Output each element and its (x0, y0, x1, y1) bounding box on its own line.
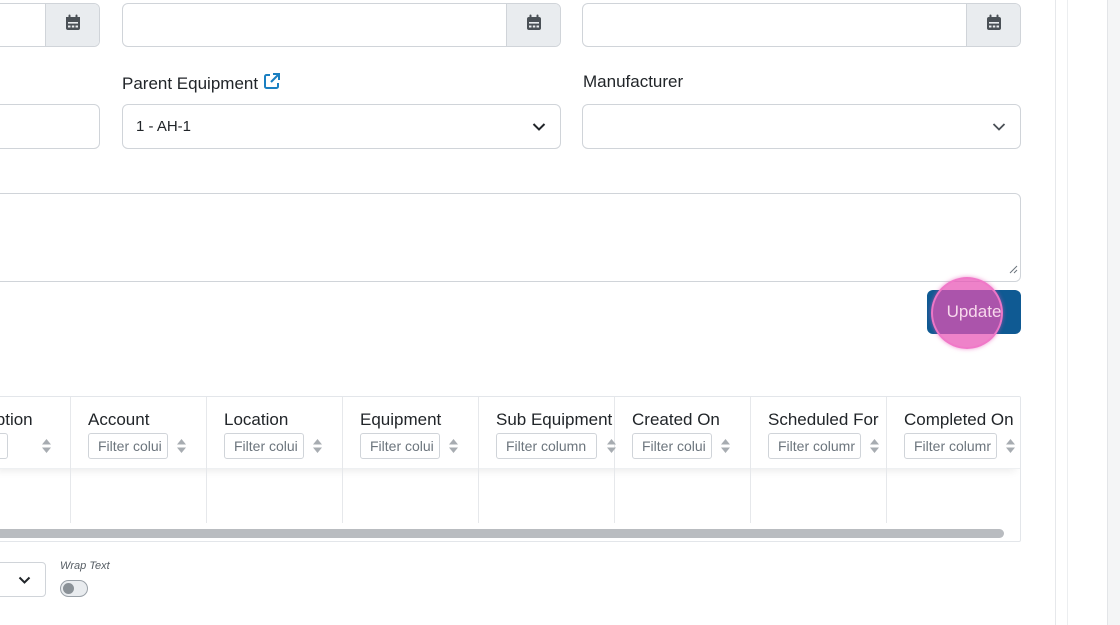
parent-equipment-value: 1 - AH-1 (136, 118, 192, 135)
manufacturer-label: Manufacturer (583, 72, 683, 92)
sort-icon[interactable] (720, 438, 731, 459)
wrap-text-label: Wrap Text (60, 560, 110, 572)
grid-column-location: Location Filter colui (207, 397, 343, 523)
grid-column-scheduled-for: Scheduled For Filter columr (751, 397, 887, 523)
page-size-select[interactable] (0, 562, 46, 597)
column-filter-input[interactable]: Filter column (496, 433, 597, 459)
column-title[interactable]: Sub Equipment (496, 410, 614, 430)
date-picker-button-3[interactable] (966, 4, 1020, 46)
column-filter-input[interactable]: Filter colui (632, 433, 712, 459)
column-filter-input[interactable]: olui (0, 433, 8, 459)
date-input-1[interactable] (0, 3, 100, 47)
parent-equipment-label: Parent Equipment (122, 72, 281, 95)
column-filter-input[interactable]: Filter colui (88, 433, 168, 459)
date-input-3[interactable] (582, 3, 1021, 47)
chevron-down-icon (992, 118, 1006, 135)
sort-icon[interactable] (1005, 438, 1016, 459)
calendar-icon (526, 14, 542, 36)
toggle-knob (63, 583, 74, 594)
sort-icon[interactable] (448, 438, 459, 459)
horizontal-scrollbar[interactable] (0, 529, 1004, 538)
column-title[interactable]: Scheduled For (768, 410, 886, 430)
grid-column-sub-equipment: Sub Equipment Filter column (479, 397, 616, 523)
column-filter-input[interactable]: Filter columr (768, 433, 861, 459)
sort-icon[interactable] (41, 438, 52, 459)
grid-column-completed-on: Completed On Filter columr (887, 397, 1020, 523)
grid-column-description: iption olui (0, 397, 71, 523)
notes-textarea[interactable] (0, 193, 1021, 282)
column-title[interactable]: Created On (632, 410, 760, 430)
panel-divider (1055, 0, 1056, 625)
column-filter-input[interactable]: Filter colui (360, 433, 440, 459)
parent-equipment-select[interactable]: 1 - AH-1 (122, 104, 561, 149)
sort-icon[interactable] (176, 438, 187, 459)
external-link-icon[interactable] (263, 72, 281, 95)
resize-grip-icon[interactable] (1009, 261, 1018, 279)
wrap-text-toggle[interactable] (60, 580, 88, 597)
column-title[interactable]: Completed On (904, 410, 1020, 430)
grid-column-account: Account Filter colui (71, 397, 207, 523)
calendar-icon (986, 14, 1002, 36)
chevron-down-icon (18, 571, 31, 589)
parent-equipment-label-text: Parent Equipment (122, 73, 259, 93)
calendar-icon (65, 14, 81, 36)
column-filter-input[interactable]: Filter colui (224, 433, 304, 459)
column-title[interactable]: Equipment (360, 410, 488, 430)
sort-icon[interactable] (312, 438, 323, 459)
left-cut-input[interactable] (0, 104, 100, 149)
date-picker-button-2[interactable] (506, 4, 560, 46)
manufacturer-label-text: Manufacturer (583, 72, 684, 91)
date-input-2[interactable] (122, 3, 561, 47)
column-filter-input[interactable]: Filter columr (904, 433, 997, 459)
column-title[interactable]: Location (224, 410, 352, 430)
grid-column-equipment: Equipment Filter colui (343, 397, 479, 523)
update-button[interactable] (927, 290, 1021, 334)
date-picker-button-1[interactable] (45, 4, 99, 46)
chevron-down-icon (532, 118, 546, 135)
column-title[interactable]: Account (88, 410, 216, 430)
vertical-scrollbar[interactable] (1107, 0, 1120, 625)
grid-column-created-on: Created On Filter colui (615, 397, 751, 523)
records-grid: iption olui Account Filter colui Locatio… (0, 396, 1021, 542)
manufacturer-select[interactable] (582, 104, 1021, 149)
sort-icon[interactable] (869, 438, 880, 459)
